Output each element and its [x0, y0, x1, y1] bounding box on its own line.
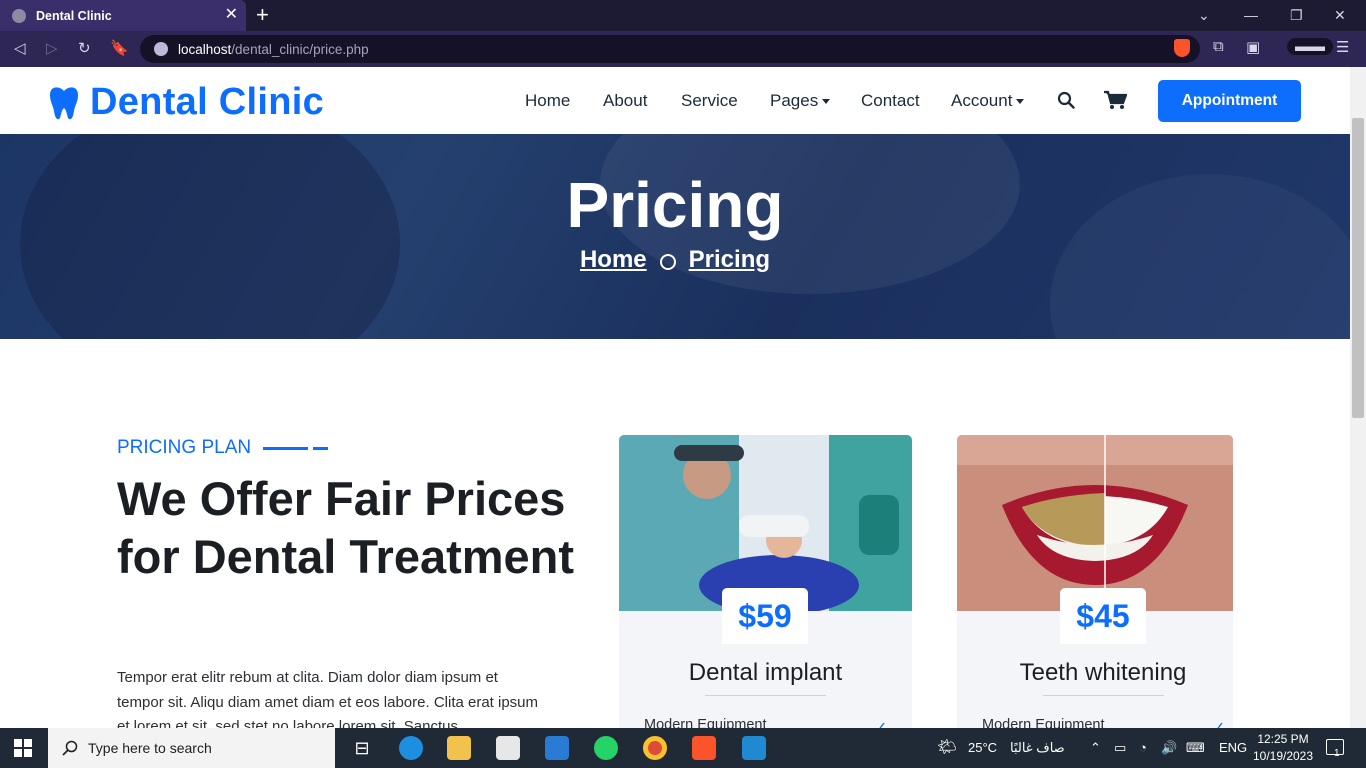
eyebrow-text: PRICING PLAN: [117, 437, 252, 458]
nav-pages-label: Pages: [770, 91, 819, 110]
browser-toolbar: ◁ ▷ ↻ 🔖 localhost/dental_clinic/price.ph…: [0, 31, 1366, 67]
store-icon[interactable]: [496, 736, 520, 760]
tray-chevron-icon[interactable]: ⌃: [1090, 740, 1101, 756]
whatsapp-icon[interactable]: [594, 736, 618, 760]
notification-count: 1: [1334, 748, 1340, 759]
tab-title: Dental Clinic: [36, 8, 112, 23]
language-indicator[interactable]: ENG: [1219, 740, 1247, 755]
vscode-icon[interactable]: [742, 736, 766, 760]
teeth-whitening-image: [957, 435, 1233, 611]
card-divider: [705, 695, 826, 696]
taskbar-search[interactable]: Type here to search: [48, 728, 335, 768]
menu-icon[interactable]: ☰: [1336, 38, 1349, 56]
card-title: Teeth whitening: [1019, 659, 1187, 686]
logo-text: Dental Clinic: [90, 81, 325, 123]
caret-down-icon: [1016, 99, 1025, 105]
task-view-icon[interactable]: ⊟: [350, 736, 374, 760]
keyboard-icon[interactable]: ⌨: [1186, 740, 1205, 756]
volume-icon[interactable]: 🔊: [1161, 740, 1177, 756]
forward-icon[interactable]: ▷: [46, 38, 58, 60]
nav-about[interactable]: About: [603, 91, 647, 111]
section-eyebrow: PRICING PLAN: [117, 437, 329, 459]
weather-icon[interactable]: 🌤: [937, 737, 957, 757]
edge-icon[interactable]: [399, 736, 423, 760]
extensions-icon[interactable]: ⧉: [1213, 38, 1224, 55]
back-icon[interactable]: ◁: [14, 38, 26, 60]
page-title: Pricing: [566, 169, 784, 241]
search-icon[interactable]: [1057, 91, 1075, 109]
brave-shields-icon[interactable]: [1174, 39, 1190, 57]
restore-icon[interactable]: ❐: [1290, 4, 1303, 26]
site-info-icon[interactable]: [154, 42, 168, 56]
brave-browser-icon[interactable]: [692, 736, 716, 760]
wifi-icon[interactable]: ◔: [1139, 740, 1147, 755]
breadcrumb-current[interactable]: Pricing: [689, 246, 770, 274]
site-logo[interactable]: Dental Clinic: [48, 81, 324, 124]
breadcrumb-separator-icon: [659, 254, 676, 270]
new-tab-icon[interactable]: +: [256, 2, 269, 28]
url-host: localhost: [178, 41, 232, 57]
chrome-icon[interactable]: [643, 736, 667, 760]
breadcrumb-home[interactable]: Home: [580, 246, 647, 274]
globe-icon: [12, 8, 26, 23]
minimize-icon[interactable]: —: [1244, 4, 1258, 26]
battery-icon[interactable]: ▭: [1114, 740, 1126, 756]
browser-tabbar: Dental Clinic ✕ + ⌄ — ❐ ✕: [0, 0, 1366, 31]
nav-home[interactable]: Home: [525, 91, 570, 111]
browser-tab-active[interactable]: Dental Clinic ✕: [0, 0, 246, 31]
weather-text: صاف غالبًا: [1010, 740, 1065, 755]
search-icon: [62, 740, 78, 756]
nav-service[interactable]: Service: [681, 91, 738, 111]
nav-account-label: Account: [951, 91, 1013, 110]
card-divider: [1043, 695, 1164, 696]
taskbar-search-placeholder: Type here to search: [88, 740, 212, 756]
clock-date: 10/19/2023: [1252, 749, 1314, 763]
sidebar-icon[interactable]: ▣: [1246, 38, 1260, 56]
wallet-icon[interactable]: ▬▬: [1287, 38, 1333, 55]
url-path: /dental_clinic/price.php: [231, 41, 369, 57]
windows-taskbar: Type here to search ⊟ 🌤 25°C صاف غالبًا …: [0, 728, 1366, 768]
bookmark-icon[interactable]: 🔖: [110, 38, 129, 60]
appointment-button[interactable]: Appointment: [1158, 80, 1301, 122]
close-window-icon[interactable]: ✕: [1334, 4, 1346, 26]
eyebrow-line: [263, 446, 309, 450]
caret-down-icon: [822, 99, 831, 105]
windows-start-icon[interactable]: [14, 739, 32, 757]
cart-icon[interactable]: [1103, 90, 1127, 110]
price-badge: $45: [1060, 588, 1146, 644]
nav-account[interactable]: Account: [951, 91, 1025, 111]
eyebrow-line: [313, 446, 329, 450]
nav-contact[interactable]: Contact: [861, 91, 920, 111]
page-hero: Pricing Home Pricing: [0, 134, 1350, 339]
scrollbar-thumb[interactable]: [1352, 118, 1364, 418]
taskbar-clock[interactable]: 12:25 PM 10/19/2023: [1248, 731, 1318, 765]
clock-time: 12:25 PM: [1257, 732, 1309, 746]
nav-pages[interactable]: Pages: [770, 91, 831, 111]
breadcrumb: Home Pricing: [0, 246, 1350, 274]
section-heading: We Offer Fair Prices for Dental Treatmen…: [117, 472, 575, 583]
reload-icon[interactable]: ↻: [78, 38, 91, 60]
card-title: Dental implant: [688, 659, 843, 686]
tooth-icon: [50, 86, 78, 119]
site-header: Dental Clinic Home About Service Pages C…: [0, 67, 1350, 134]
price-badge: $59: [722, 588, 808, 644]
file-explorer-icon[interactable]: [447, 736, 471, 760]
close-tab-icon[interactable]: ✕: [225, 5, 238, 25]
address-bar[interactable]: localhost/dental_clinic/price.php: [140, 35, 1200, 63]
dental-procedure-image: [619, 435, 912, 611]
tab-search-chevron-icon[interactable]: ⌄: [1198, 4, 1210, 26]
pricing-card-whitening: [957, 435, 1233, 735]
temperature: 25°C: [968, 740, 998, 755]
mail-icon[interactable]: [545, 736, 569, 760]
pricing-card-implant: [619, 435, 912, 735]
